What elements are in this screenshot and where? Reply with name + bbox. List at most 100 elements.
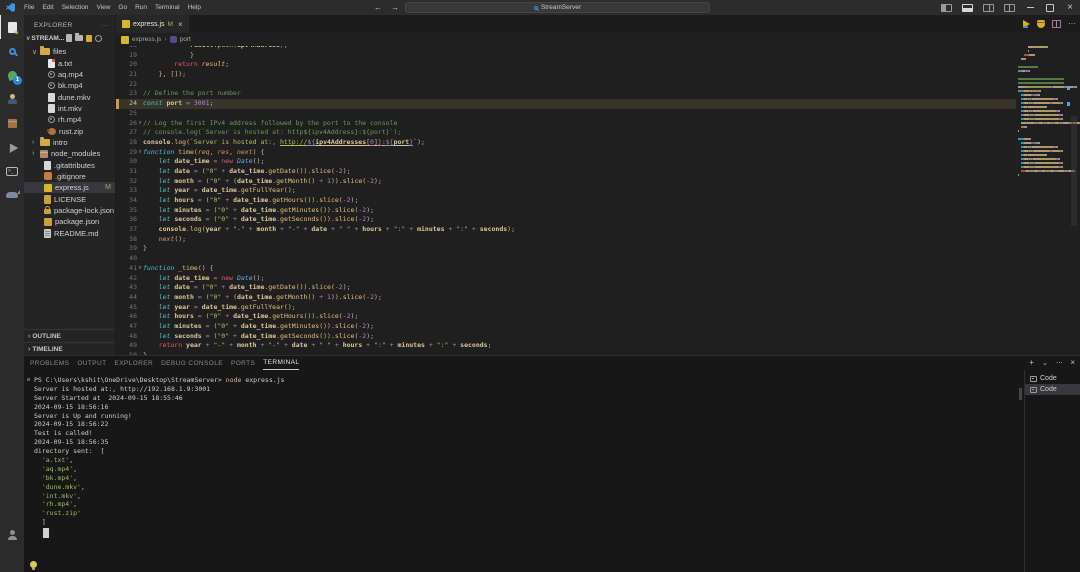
activity-accounts[interactable]: [0, 524, 24, 548]
tree-item-package-json[interactable]: package.json: [24, 216, 115, 227]
activity-extensions[interactable]: [0, 111, 24, 135]
panel-tab-ports[interactable]: PORTS: [231, 356, 255, 370]
more-actions-icon[interactable]: ···: [1068, 20, 1076, 28]
tree-item-intro[interactable]: › intro: [24, 136, 115, 148]
tree-item-node-modules[interactable]: › node_modules: [24, 148, 115, 159]
forward-arrow-icon[interactable]: →: [391, 3, 399, 12]
code-line[interactable]: 24 const port = 3001;: [116, 99, 1016, 109]
tree-item-dune-mkv[interactable]: dune.mkv: [24, 91, 115, 102]
menu-help[interactable]: Help: [184, 4, 205, 11]
more-actions-icon[interactable]: [1056, 359, 1063, 367]
code-line[interactable]: 32 let month = ("0" + (date_time.getMont…: [116, 177, 1016, 187]
toggle-secondary-sidebar-icon[interactable]: [983, 3, 994, 12]
panel-tab-debug-console[interactable]: DEBUG CONSOLE: [161, 356, 223, 370]
terminal-dropdown-icon[interactable]: [1042, 359, 1048, 368]
editor-scrollbar[interactable]: [1068, 46, 1080, 355]
close-panel-icon[interactable]: [1070, 359, 1075, 367]
lightbulb-icon[interactable]: [30, 561, 37, 570]
tree-item-a-txt[interactable]: a.txt: [24, 57, 115, 68]
tree-item-int-mkv[interactable]: int.mkv: [24, 103, 115, 114]
flask-icon[interactable]: [1037, 20, 1045, 28]
tree-item--gitattributes[interactable]: .gitattributes: [24, 159, 115, 170]
tree-item-license[interactable]: LICENSE: [24, 193, 115, 204]
outline-section[interactable]: › OUTLINE: [24, 329, 115, 342]
panel-tab-output[interactable]: OUTPUT: [77, 356, 106, 370]
code-line[interactable]: 33 let year = date_time.getFullYear();: [116, 186, 1016, 196]
collapse-folders-icon[interactable]: [95, 34, 103, 42]
command-center[interactable]: StreamServer: [405, 2, 710, 13]
code-editor[interactable]: 18 result.push(ipv4Address);19 }20 retur…: [116, 46, 1080, 355]
new-file-icon[interactable]: [66, 34, 73, 42]
restore-icon[interactable]: [1040, 0, 1060, 15]
code-line[interactable]: 22: [116, 80, 1016, 90]
menu-run[interactable]: Run: [131, 4, 151, 11]
tree-item-express-js[interactable]: express.js M: [24, 182, 115, 194]
code-line[interactable]: 34 let hours = ("0" + date_time.getHours…: [116, 196, 1016, 206]
tree-item-package-lock-json[interactable]: package-lock.json: [24, 205, 115, 216]
command-decoration-icon[interactable]: [27, 378, 30, 381]
code-line[interactable]: 23 // Define the port number: [116, 89, 1016, 99]
activity-explorer[interactable]: [0, 15, 24, 39]
close-tab-icon[interactable]: ×: [178, 20, 183, 29]
code-line[interactable]: 36 let seconds = ("0" + date_time.getSec…: [116, 215, 1016, 225]
activity-settings[interactable]: [0, 548, 24, 572]
new-folder-icon[interactable]: [75, 33, 84, 41]
timeline-section[interactable]: › TIMELINE: [24, 342, 115, 355]
split-editor-icon[interactable]: [1052, 20, 1061, 28]
activity-remote[interactable]: [0, 135, 24, 159]
activity-docker[interactable]: [0, 183, 24, 207]
code-line[interactable]: 28 console.log(`Server is hosted at:, htt…: [116, 138, 1016, 148]
menu-selection[interactable]: Selection: [58, 4, 93, 11]
terminal-instance[interactable]: Code: [1025, 373, 1080, 384]
code-line[interactable]: 47 let minutes = ("0" + date_time.getMin…: [116, 322, 1016, 332]
tree-item-files[interactable]: ∨ files: [24, 46, 115, 57]
code-line[interactable]: 29 ∨ function time(req, res, next) {: [116, 148, 1016, 158]
code-line[interactable]: 35 let minutes = ("0" + date_time.getMin…: [116, 206, 1016, 216]
tree-item-readme-md[interactable]: README.md: [24, 228, 115, 239]
menu-go[interactable]: Go: [114, 4, 131, 11]
refresh-explorer-icon[interactable]: [86, 34, 93, 42]
breadcrumb-file[interactable]: express.js: [132, 36, 161, 43]
activity-terminal[interactable]: [0, 159, 24, 183]
activity-run-debug[interactable]: [0, 87, 24, 111]
code-line[interactable]: 39}: [116, 244, 1016, 254]
activity-search[interactable]: [0, 39, 24, 63]
panel-tab-problems[interactable]: PROBLEMS: [30, 356, 69, 370]
code-line[interactable]: 26 ∨// Log the first IPv4 address followe…: [116, 119, 1016, 129]
code-line[interactable]: 21 }, []);: [116, 70, 1016, 80]
code-line[interactable]: 40: [116, 254, 1016, 264]
tree-item--gitignore[interactable]: .gitignore: [24, 171, 115, 182]
code-line[interactable]: 43 let date = ("0" + date_time.getDate()…: [116, 283, 1016, 293]
code-line[interactable]: 30 let date_time = new Date();: [116, 157, 1016, 167]
minimize-icon[interactable]: [1020, 0, 1040, 15]
panel-tab-terminal[interactable]: TERMINAL: [263, 356, 300, 370]
code-line[interactable]: 42 let date_time = new Date();: [116, 274, 1016, 284]
code-line[interactable]: 27 // console.log(`Server is hosted at: h…: [116, 128, 1016, 138]
panel-tab-explorer[interactable]: EXPLORER: [114, 356, 153, 370]
code-line[interactable]: 49 return year + "-" + month + "-" + dat…: [116, 341, 1016, 351]
more-actions-icon[interactable]: ···: [101, 22, 109, 29]
tree-item-bk-mp4[interactable]: bk.mp4: [24, 80, 115, 91]
menu-edit[interactable]: Edit: [38, 4, 57, 11]
code-line[interactable]: 48 let seconds = ("0" + date_time.getSec…: [116, 332, 1016, 342]
tab-express-js[interactable]: express.js M ×: [116, 15, 189, 33]
back-arrow-icon[interactable]: ←: [374, 3, 382, 12]
tree-item-rh-mp4[interactable]: rh.mp4: [24, 114, 115, 125]
code-line[interactable]: 19 }: [116, 51, 1016, 61]
code-line[interactable]: 20 return result;: [116, 60, 1016, 70]
new-terminal-icon[interactable]: [1029, 359, 1034, 367]
code-line[interactable]: 41 ∨ function _time() {: [116, 264, 1016, 274]
menu-terminal[interactable]: Terminal: [151, 4, 184, 11]
code-line[interactable]: 44 let month = ("0" + (date_time.getMont…: [116, 293, 1016, 303]
toggle-sidebar-icon[interactable]: [941, 3, 952, 12]
code-line[interactable]: 38 next();: [116, 235, 1016, 245]
terminal[interactable]: PS C:\Users\kshit\OneDrive\Desktop\Strea…: [24, 370, 1024, 572]
code-line[interactable]: 37 console.log(year + "-" + month + "-" …: [116, 225, 1016, 235]
customize-layout-icon[interactable]: [1004, 3, 1015, 12]
toggle-panel-icon[interactable]: [962, 3, 973, 12]
code-line[interactable]: 31 let date = ("0" + date_time.getDate()…: [116, 167, 1016, 177]
code-line[interactable]: 45 let year = date_time.getFullYear();: [116, 303, 1016, 313]
tree-item-rust-zip[interactable]: rust.zip: [24, 125, 115, 136]
code-line[interactable]: 46 let hours = ("0" + date_time.getHours…: [116, 312, 1016, 322]
minimap[interactable]: [1018, 46, 1080, 355]
